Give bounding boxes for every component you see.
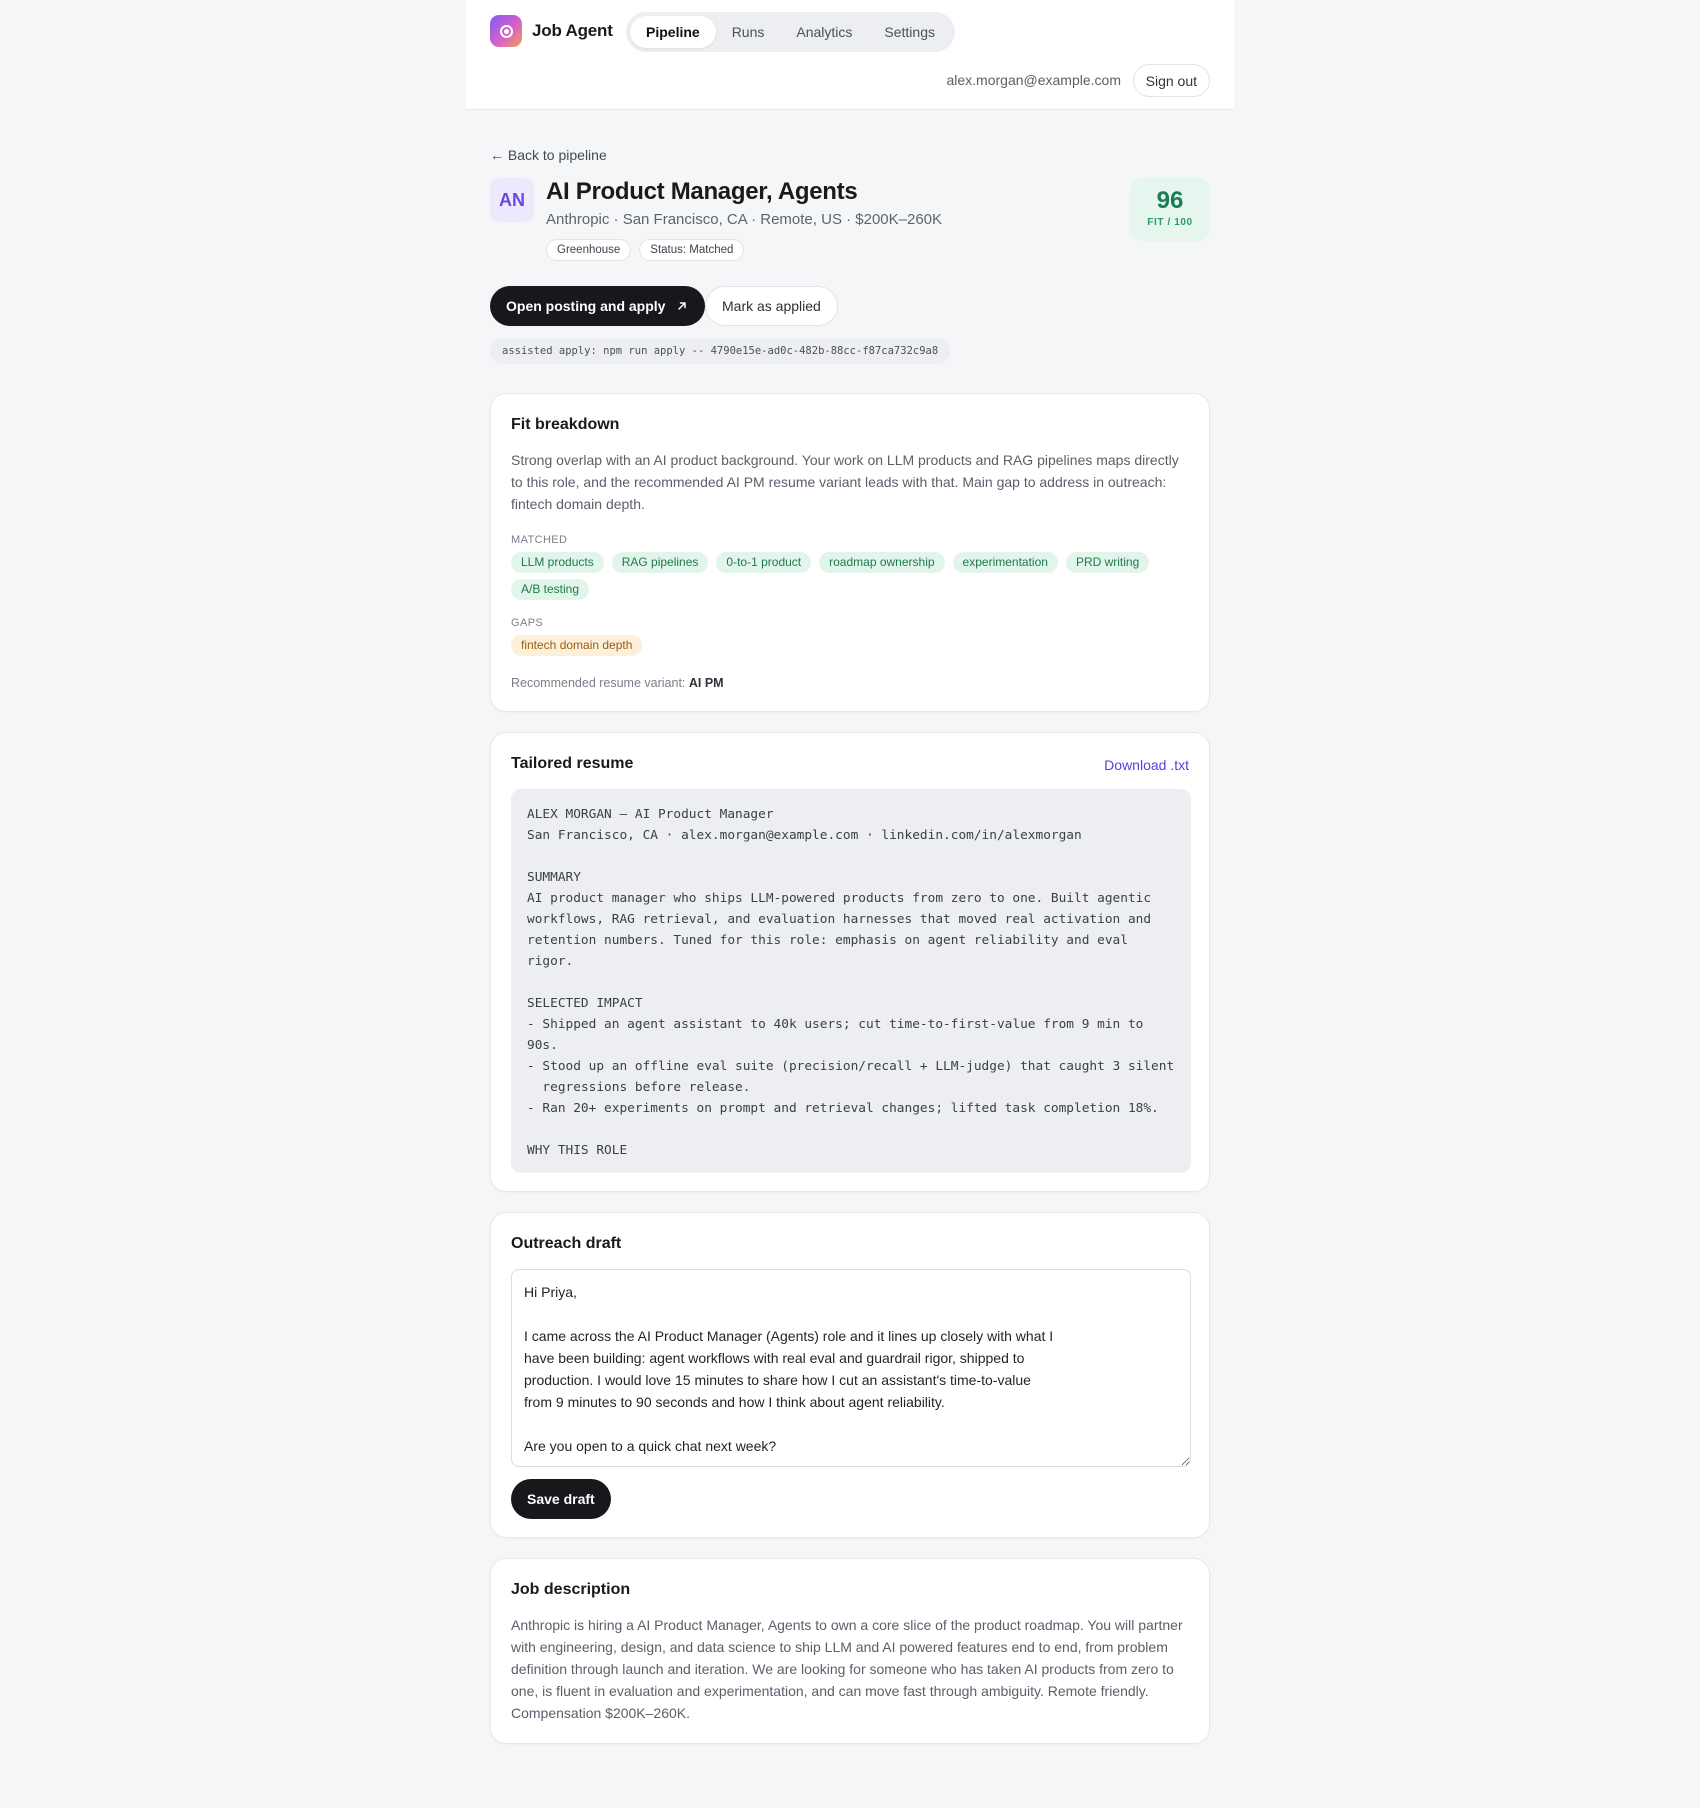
nav-item-pipeline[interactable]: Pipeline: [630, 16, 716, 48]
resume-text: ALEX MORGAN — AI Product Manager San Fra…: [527, 807, 1175, 1158]
recommended-variant-value: AI PM: [688, 676, 724, 690]
open-posting-apply-button[interactable]: Open posting and apply: [490, 286, 706, 326]
fit-score: 96 FIT / 100: [1130, 178, 1210, 241]
matched-skill: roadmap ownership: [819, 552, 945, 573]
main-nav: Pipeline Runs Analytics Settings: [626, 12, 955, 52]
recommended-variant-label: Recommended resume variant:: [511, 676, 686, 690]
top-bar: Job Agent Pipeline Runs Analytics Settin…: [466, 0, 1234, 110]
job-tags: Greenhouse Status: Matched: [546, 239, 745, 261]
nav-item-runs[interactable]: Runs: [716, 16, 781, 48]
gap-skills: fintech domain depth: [511, 635, 1191, 656]
job-description-title: Job description: [511, 1581, 631, 1598]
status-badge: Status: Matched: [639, 239, 745, 261]
job-description-text: Anthropic is hiring a AI Product Manager…: [511, 1617, 1183, 1721]
mark-as-applied-button[interactable]: Mark as applied: [705, 286, 838, 326]
fit-summary: Strong overlap with an AI product backgr…: [511, 452, 1179, 512]
tailored-resume-card: Tailored resume Download .txt ALEX MORGA…: [490, 732, 1210, 1192]
external-arrow-icon: [678, 302, 687, 310]
nav-item-settings[interactable]: Settings: [868, 16, 951, 48]
fit-breakdown-title: Fit breakdown: [511, 416, 620, 433]
download-txt-link[interactable]: Download .txt: [1104, 757, 1189, 773]
gap-skill: fintech domain depth: [511, 635, 643, 656]
app-logo-icon: [490, 15, 522, 47]
matched-label: MATCHED: [511, 534, 568, 546]
job-title: AI Product Manager, Agents: [546, 178, 858, 205]
resume-preview[interactable]: ALEX MORGAN — AI Product Manager San Fra…: [511, 789, 1191, 1173]
job-description-card: Job description Anthropic is hiring a AI…: [490, 1558, 1210, 1744]
source-tag: Greenhouse: [546, 239, 632, 261]
assisted-apply-command[interactable]: assisted apply: npm run apply -- 4790e15…: [490, 338, 951, 364]
nav-item-analytics[interactable]: Analytics: [780, 16, 868, 48]
outreach-draft-textarea[interactable]: Hi Priya, I came across the AI Product M…: [511, 1269, 1191, 1467]
job-meta: Anthropic · San Francisco, CA · Remote, …: [546, 211, 943, 228]
sign-out-button[interactable]: Sign out: [1132, 64, 1210, 97]
outreach-draft-title: Outreach draft: [511, 1235, 622, 1252]
company-avatar: AN: [490, 178, 534, 222]
recommended-variant: Recommended resume variant: AI PM: [511, 676, 724, 690]
app-name: Job Agent: [532, 21, 613, 40]
matched-skill: PRD writing: [1065, 552, 1150, 573]
matched-skill: experimentation: [952, 552, 1058, 573]
fit-score-label: FIT / 100: [1147, 217, 1193, 228]
matched-skill: RAG pipelines: [611, 552, 709, 573]
matched-skills: LLM products RAG pipelines 0-to-1 produc…: [511, 552, 1191, 600]
outreach-draft-card: Outreach draft Hi Priya, I came across t…: [490, 1212, 1210, 1538]
matched-skill: A/B testing: [511, 579, 590, 600]
user-email: alex.morgan@example.com: [946, 72, 1121, 88]
matched-skill: 0-to-1 product: [716, 552, 812, 573]
save-draft-button[interactable]: Save draft: [511, 1479, 611, 1519]
fit-breakdown-card: Fit breakdown Strong overlap with an AI …: [490, 393, 1210, 712]
matched-skill: LLM products: [511, 552, 604, 573]
brand[interactable]: Job Agent: [490, 15, 613, 47]
gaps-label: GAPS: [511, 617, 544, 629]
tailored-resume-title: Tailored resume: [511, 755, 634, 772]
apply-button-label: Open posting and apply: [506, 298, 666, 314]
back-to-pipeline-link[interactable]: ← Back to pipeline: [490, 147, 607, 163]
fit-score-value: 96: [1156, 187, 1184, 214]
